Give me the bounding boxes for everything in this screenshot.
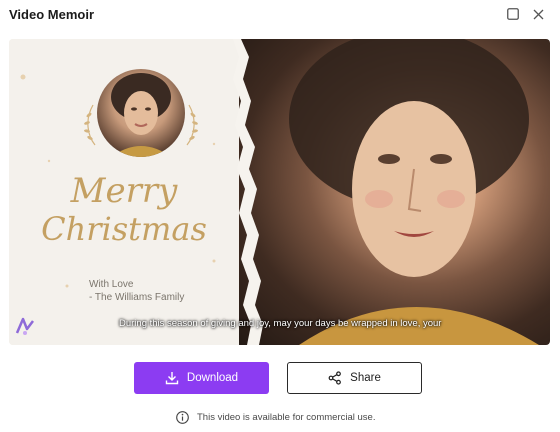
license-notice-text: This video is available for commercial u… <box>197 412 376 423</box>
share-icon <box>328 371 342 385</box>
info-icon <box>176 411 189 424</box>
signoff-line-2: - The Williams Family <box>89 292 185 303</box>
share-button[interactable]: Share <box>287 362 422 394</box>
download-button[interactable]: Download <box>134 362 269 394</box>
download-icon <box>165 372 179 385</box>
download-label: Download <box>186 372 239 384</box>
video-preview[interactable]: Merry Christmas With Love - The Williams… <box>9 39 550 345</box>
share-label: Share <box>350 372 381 384</box>
portrait-photo <box>239 39 550 345</box>
video-caption: During this season of giving and joy, ma… <box>119 318 442 329</box>
maximize-button[interactable] <box>505 6 521 22</box>
title-bar: Video Memoir <box>0 0 560 30</box>
maximize-icon <box>507 8 519 20</box>
signoff-line-1: With Love <box>89 279 134 290</box>
torn-paper-edge <box>233 39 263 345</box>
close-button[interactable] <box>530 6 546 22</box>
greeting-card-panel: Merry Christmas With Love - The Williams… <box>9 39 239 345</box>
brand-logo-icon <box>15 317 34 335</box>
portrait-thumbnail <box>97 69 185 157</box>
close-icon <box>533 9 543 19</box>
greeting-line-2: Christmas <box>41 210 207 248</box>
license-notice: This video is available for commercial u… <box>176 411 375 424</box>
window-title: Video Memoir <box>9 7 95 22</box>
greeting-line-1: Merry <box>70 171 178 211</box>
